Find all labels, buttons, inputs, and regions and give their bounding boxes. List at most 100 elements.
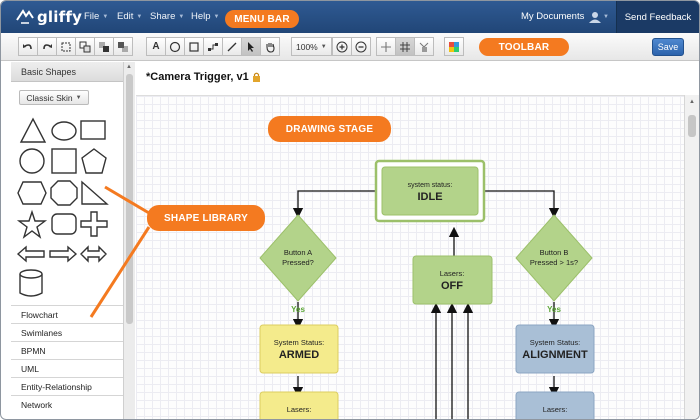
node-decision-a[interactable]: Button A Pressed? (259, 214, 337, 302)
connector-idle-to-b[interactable] (484, 190, 560, 219)
theme-button[interactable] (444, 37, 464, 56)
chevron-down-icon: ▼ (178, 13, 185, 20)
toolbar-draw-group: A (146, 37, 280, 57)
line-tool-button[interactable] (222, 37, 242, 56)
send-feedback-button[interactable]: Send Feedback (616, 1, 699, 33)
yes-label-a: Yes (291, 305, 305, 314)
menu-file-label: File (84, 11, 100, 22)
sidebar-scroll-thumb[interactable] (126, 74, 133, 324)
drawing-stage: *Camera Trigger, v1 system status: IDLE … (136, 62, 699, 420)
canvas-scrollbar[interactable]: ▲ (684, 95, 699, 419)
right-triangle-shape[interactable] (81, 180, 109, 205)
scroll-up-icon[interactable]: ▲ (126, 64, 132, 70)
category-swimlanes[interactable]: Swimlanes (11, 323, 123, 341)
toolbar-theme-group (444, 37, 464, 57)
menu-edit-label: Edit (117, 11, 134, 22)
alignment-line1: System Status: (530, 338, 580, 347)
ellipse-shape[interactable] (51, 121, 77, 141)
diagram: system status: IDLE Button A Pressed? Bu… (259, 159, 595, 420)
category-network[interactable]: Network (11, 395, 123, 413)
snap-button[interactable] (414, 37, 434, 56)
menu-help[interactable]: Help ▼ (191, 11, 220, 22)
snap-icon (419, 42, 429, 52)
pan-tool-button[interactable] (260, 37, 280, 56)
bring-front-button[interactable] (94, 37, 114, 56)
zoom-in-button[interactable] (332, 37, 352, 56)
grid-icon (400, 41, 410, 52)
menu-edit[interactable]: Edit ▼ (117, 11, 142, 22)
lock-icon[interactable] (252, 72, 261, 82)
send-back-button[interactable] (113, 37, 133, 56)
canvas-scroll-thumb[interactable] (688, 115, 696, 137)
shape-category-list: Flowchart Swimlanes BPMN UML Entity-Rela… (11, 305, 123, 413)
rectangle-tool-button[interactable] (184, 37, 204, 56)
arrow-double-shape[interactable] (80, 245, 107, 263)
zoom-out-icon (355, 41, 367, 52)
menu-bar: gliffy File ▼ Edit ▼ Share ▼ Help ▼ My Docum… (1, 1, 699, 33)
pointer-tool-button[interactable] (241, 37, 261, 56)
node-lasers-off[interactable]: Lasers: OFF (412, 255, 493, 305)
undo-button[interactable] (18, 37, 38, 56)
menu-share-label: Share (150, 11, 176, 22)
grid-toggle-button[interactable] (395, 37, 415, 56)
canvas-grid[interactable]: system status: IDLE Button A Pressed? Bu… (136, 95, 684, 420)
menu-share[interactable]: Share ▼ (150, 11, 184, 22)
armed-line1: System Status: (274, 338, 324, 347)
zoom-in-icon (336, 41, 348, 52)
toolbar-zoom-group (332, 37, 371, 57)
connector-idle-to-a[interactable] (292, 190, 378, 219)
shape-library-header[interactable]: Basic Shapes (11, 62, 123, 82)
cross-shape[interactable] (80, 211, 108, 237)
redo-button[interactable] (37, 37, 57, 56)
category-bpmn[interactable]: BPMN (11, 341, 123, 359)
armed-line2: ARMED (279, 349, 319, 361)
guides-button[interactable] (376, 37, 396, 56)
node-alignment[interactable]: System Status: ALIGNMENT (515, 324, 595, 374)
node-lasers-bottom-left[interactable]: Lasers: (259, 391, 339, 420)
square-shape[interactable] (51, 148, 77, 174)
node-armed[interactable]: System Status: ARMED (259, 324, 339, 374)
menu-file[interactable]: File ▼ (84, 11, 108, 22)
hexagon-shape[interactable] (17, 181, 47, 205)
category-entity-relationship[interactable]: Entity-Relationship (11, 377, 123, 395)
cylinder-top (19, 269, 43, 279)
category-flowchart[interactable]: Flowchart (11, 305, 123, 323)
zoom-value: 100% (296, 41, 318, 52)
line-icon (227, 42, 237, 51)
scroll-up-icon[interactable]: ▲ (689, 99, 695, 105)
gliffy-logo[interactable]: gliffy (15, 7, 82, 27)
star-shape[interactable] (16, 209, 48, 239)
lasers-bottom-right-text: Lasers: (543, 405, 568, 414)
sidebar-scrollbar[interactable]: ▲ (123, 62, 135, 419)
group-button[interactable] (75, 37, 95, 56)
zoom-out-button[interactable] (351, 37, 371, 56)
rectangle-shape[interactable] (80, 120, 106, 140)
save-button[interactable]: Save (652, 38, 684, 56)
circle-shape[interactable] (19, 148, 45, 174)
decision-a-line1: Button A (284, 248, 312, 257)
node-lasers-bottom-right[interactable]: Lasers: (515, 391, 595, 420)
text-tool-button[interactable]: A (146, 37, 166, 56)
idle-line2: IDLE (417, 191, 442, 203)
node-decision-b[interactable]: Button B Pressed > 1s? (515, 214, 593, 302)
zoom-select[interactable]: 100% ▼ (291, 37, 332, 56)
skin-select[interactable]: Classic Skin ▼ (19, 90, 89, 105)
arrow-right-shape[interactable] (49, 245, 78, 263)
shape-library-panel: Basic Shapes ▲ Classic Skin ▼ Flowchart … (11, 62, 135, 419)
triangle-shape[interactable] (19, 117, 47, 143)
select-all-button[interactable] (56, 37, 76, 56)
node-idle[interactable]: system status: IDLE (374, 159, 486, 223)
callout-menu-bar: MENU BAR (225, 10, 299, 28)
ellipse-tool-button[interactable] (165, 37, 185, 56)
category-uml[interactable]: UML (11, 359, 123, 377)
rounded-rectangle-shape[interactable] (51, 213, 77, 235)
octagon-shape[interactable] (50, 180, 78, 206)
pentagon-shape[interactable] (81, 148, 107, 174)
skin-select-value: Classic Skin (26, 92, 73, 103)
user-menu-button[interactable]: ▼ (589, 9, 611, 25)
decision-b-line1: Button B (540, 248, 569, 257)
connector-tool-button[interactable] (203, 37, 223, 56)
idle-line1: system status: (408, 182, 453, 189)
arrow-left-shape[interactable] (16, 245, 45, 263)
my-documents-link[interactable]: My Documents (521, 11, 584, 22)
